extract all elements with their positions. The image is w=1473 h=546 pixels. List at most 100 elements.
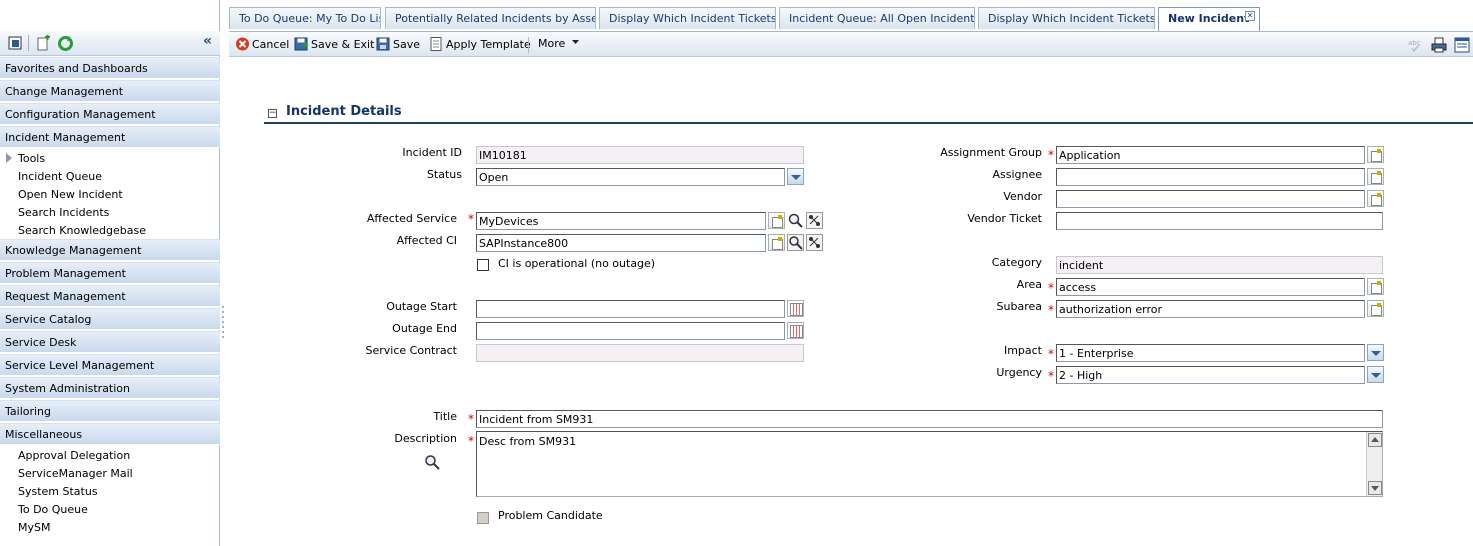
impact-dropdown-icon[interactable] (1367, 344, 1384, 361)
zoom-icon[interactable] (424, 454, 440, 470)
sidebar-item-open-new-incident[interactable]: Open New Incident (18, 188, 123, 206)
title-field[interactable]: Incident from SM931 (476, 410, 1383, 428)
problem-candidate-checkbox[interactable] (477, 512, 489, 524)
required-marker: * (1048, 369, 1054, 383)
sidebar-section-service-catalog[interactable]: Service Catalog (0, 308, 220, 330)
description-textarea[interactable]: Desc from SM931 (476, 431, 1383, 497)
sidebar-section-request-management[interactable]: Request Management (0, 285, 220, 307)
calendar-icon[interactable] (787, 300, 804, 317)
cancel-button[interactable]: Cancel (235, 37, 289, 53)
search-icon[interactable] (787, 212, 804, 229)
sidebar-item-mysm[interactable]: MySM (18, 521, 50, 539)
collapse-section-icon[interactable]: − (268, 109, 277, 118)
sidebar-section-miscellaneous[interactable]: Miscellaneous (0, 423, 220, 445)
apply-template-button[interactable]: Apply Template (429, 37, 531, 53)
affected-ci-field[interactable]: SAPInstance800 (476, 234, 766, 252)
required-marker: * (468, 212, 474, 226)
scrollbar[interactable] (1366, 432, 1382, 496)
tab-display-incident-tickets[interactable]: Display Which Incident Tickets? (599, 7, 776, 29)
sidebar-section-tailoring[interactable]: Tailoring (0, 400, 220, 422)
print-icon[interactable] (1431, 37, 1447, 53)
fill-icon[interactable] (1367, 300, 1384, 317)
spell-check-icon[interactable]: abc (1407, 37, 1423, 53)
sidebar-section-configuration-management[interactable]: Configuration Management (0, 103, 220, 125)
title-label: Title (433, 410, 457, 423)
fill-icon[interactable] (1367, 146, 1384, 163)
fill-icon[interactable] (1367, 168, 1384, 185)
affected-service-field[interactable]: MyDevices (476, 212, 766, 230)
fill-icon[interactable] (1367, 278, 1384, 295)
main-toolbar: Cancel Save & Exit Save Apply Template M… (229, 31, 1473, 57)
sidebar-item-servicemanager-mail[interactable]: ServiceManager Mail (18, 467, 133, 485)
relationship-graph-icon[interactable] (806, 212, 823, 229)
outage-end-field[interactable] (476, 322, 785, 340)
sidebar-item-system-status[interactable]: System Status (18, 485, 98, 503)
sidebar-item-incident-queue[interactable]: Incident Queue (18, 170, 102, 188)
sidebar-section-service-level-management[interactable]: Service Level Management (0, 354, 220, 376)
vendor-field[interactable] (1056, 190, 1365, 208)
subarea-field[interactable]: authorization error (1056, 300, 1365, 318)
expand-arrow-icon[interactable] (6, 153, 12, 163)
close-icon[interactable]: ✕ (1245, 11, 1255, 21)
sidebar-section-problem-management[interactable]: Problem Management (0, 262, 220, 284)
relationship-graph-icon[interactable] (806, 234, 823, 251)
fill-icon[interactable] (768, 212, 785, 229)
sidebar-section-label: Request Management (5, 290, 126, 303)
scroll-down-icon[interactable] (1368, 481, 1382, 495)
assignee-field[interactable] (1056, 168, 1365, 186)
sidebar-section-label: Tailoring (5, 405, 52, 418)
tab-related-incidents[interactable]: Potentially Related Incidents by Asset (385, 7, 596, 29)
tab-incident-queue[interactable]: Incident Queue: All Open Incidents (779, 7, 975, 29)
new-document-icon[interactable] (35, 35, 52, 52)
affected-service-label: Affected Service (366, 212, 457, 225)
save-icon (376, 37, 390, 51)
sidebar-section-label: System Administration (5, 382, 131, 395)
problem-candidate-label: Problem Candidate (498, 509, 603, 522)
section-title: Incident Details (286, 104, 402, 119)
sidebar-section-label: Miscellaneous (5, 428, 83, 441)
urgency-dropdown-icon[interactable] (1367, 366, 1384, 383)
search-icon[interactable] (787, 234, 804, 251)
more-menu-button[interactable]: More (538, 37, 580, 53)
sidebar-section-label: Configuration Management (5, 108, 156, 121)
ci-operational-checkbox[interactable] (477, 259, 489, 271)
status-dropdown-icon[interactable] (787, 168, 804, 185)
fill-icon[interactable] (768, 234, 785, 251)
area-field[interactable]: access (1056, 278, 1365, 296)
sidebar-section-incident-management[interactable]: Incident Management (0, 126, 220, 148)
sidebar-section-favorites[interactable]: Favorites and Dashboards (0, 57, 220, 79)
sidebar-section-knowledge-management[interactable]: Knowledge Management (0, 239, 220, 261)
assignment-group-field[interactable]: Application (1056, 146, 1365, 164)
calendar-icon[interactable] (787, 322, 804, 339)
refresh-icon[interactable] (57, 35, 74, 52)
sidebar-section-system-administration[interactable]: System Administration (0, 377, 220, 399)
sidebar-splitter[interactable] (221, 306, 226, 346)
sidebar-item-tools[interactable]: Tools (18, 152, 45, 170)
sidebar-section-service-desk[interactable]: Service Desk (0, 331, 220, 353)
impact-select[interactable]: 1 - Enterprise (1056, 344, 1365, 362)
tab-todo-queue[interactable]: To Do Queue: My To Do List (229, 7, 381, 29)
sidebar-item-to-do-queue[interactable]: To Do Queue (18, 503, 88, 521)
affected-ci-label: Affected CI (396, 234, 457, 247)
save-button[interactable]: Save (376, 37, 420, 53)
sidebar-section-change-management[interactable]: Change Management (0, 80, 220, 102)
tab-display-incident-tickets-2[interactable]: Display Which Incident Tickets? (978, 7, 1155, 29)
layout-icon[interactable] (1454, 37, 1470, 53)
vendor-ticket-field[interactable] (1056, 212, 1383, 230)
save-exit-label: Save & Exit (311, 38, 375, 51)
sidebar-item-approval-delegation[interactable]: Approval Delegation (18, 449, 130, 467)
fill-icon[interactable] (1367, 190, 1384, 207)
required-marker: * (1048, 281, 1054, 295)
scroll-up-icon[interactable] (1368, 433, 1382, 447)
tab-new-incident[interactable]: New Incident ✕ (1158, 7, 1260, 31)
open-window-icon[interactable] (7, 35, 24, 52)
collapse-icon[interactable]: « (203, 33, 212, 49)
incident-id-field: IM10181 (476, 146, 804, 164)
urgency-select[interactable]: 2 - High (1056, 366, 1365, 384)
cancel-label: Cancel (252, 38, 290, 51)
sidebar-item-search-incidents[interactable]: Search Incidents (18, 206, 109, 224)
status-select[interactable]: Open (476, 168, 785, 186)
tab-label: Potentially Related Incidents by Asset (395, 12, 596, 25)
save-exit-button[interactable]: Save & Exit (294, 37, 374, 53)
outage-start-field[interactable] (476, 300, 785, 318)
